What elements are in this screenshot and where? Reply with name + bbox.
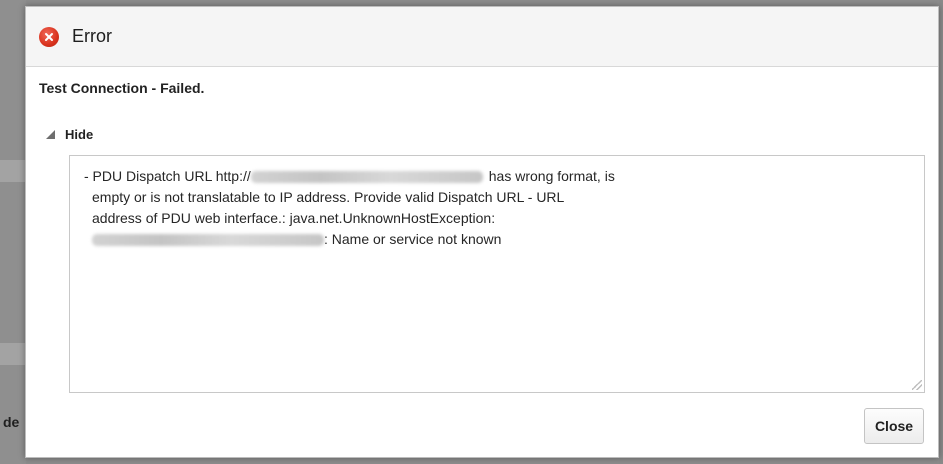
error-message: Test Connection - Failed. (39, 80, 205, 96)
background-row (0, 160, 26, 182)
hide-details-toggle[interactable]: Hide (46, 127, 93, 142)
dialog-title: Error (72, 26, 112, 46)
background-row (0, 343, 26, 365)
redacted-host (92, 234, 324, 247)
background-label-fragment: de (3, 414, 20, 430)
background-page-edge (939, 0, 943, 464)
error-details-textarea[interactable]: - PDU Dispatch URL http:// has wrong form… (69, 155, 925, 393)
detail-text: - PDU Dispatch URL http:// (84, 168, 251, 184)
detail-line: : Name or service not known (84, 229, 910, 250)
redacted-url (250, 171, 483, 184)
detail-text: : Name or service not known (324, 231, 502, 247)
error-dialog: Error Test Connection - Failed. Hide - P… (25, 6, 939, 458)
detail-line: - PDU Dispatch URL http:// has wrong form… (84, 166, 910, 187)
detail-line: empty or is not translatable to IP addre… (92, 189, 565, 205)
collapse-triangle-icon[interactable] (46, 130, 55, 139)
detail-line: address of PDU web interface.: java.net.… (92, 210, 496, 226)
error-icon (39, 26, 59, 47)
hide-details-label[interactable]: Hide (65, 127, 93, 142)
detail-text: has wrong format, is (488, 168, 615, 184)
dialog-header: Error (26, 7, 938, 67)
close-button[interactable]: Close (864, 408, 924, 444)
resize-grip-icon[interactable] (912, 380, 922, 390)
background-page (0, 0, 26, 464)
